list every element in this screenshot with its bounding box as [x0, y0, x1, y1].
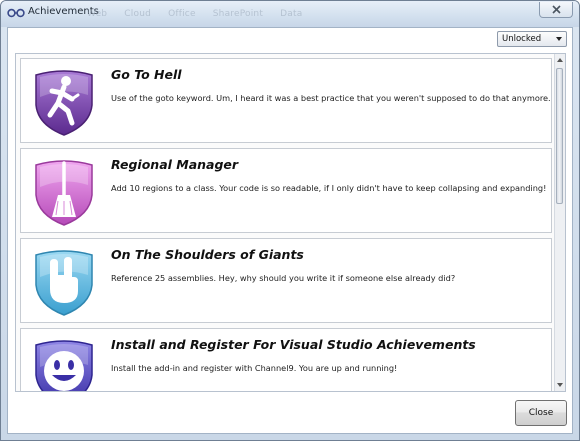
- scroll-up-button[interactable]: [556, 56, 564, 64]
- background-tabs: Web Cloud Office SharePoint Data: [87, 9, 316, 19]
- close-icon: [551, 5, 561, 14]
- achievement-description: Use of the goto keyword. Um, I heard it …: [111, 93, 551, 103]
- app-icon: [7, 8, 25, 18]
- achievement-item[interactable]: Regional Manager Add 10 regions to a cla…: [20, 148, 552, 233]
- background-tab: Web: [87, 9, 108, 19]
- achievement-title: Install and Register For Visual Studio A…: [111, 337, 476, 352]
- scroll-down-button[interactable]: [556, 381, 564, 389]
- background-tab: Office: [168, 9, 196, 19]
- achievement-title: On The Shoulders of Giants: [111, 247, 304, 262]
- achievement-item[interactable]: Install and Register For Visual Studio A…: [20, 328, 552, 391]
- rock-hand-icon: [35, 250, 93, 316]
- achievement-list[interactable]: Go To Hell Use of the goto keyword. Um, …: [15, 53, 566, 392]
- background-tab: Cloud: [124, 9, 152, 19]
- achievement-item[interactable]: Go To Hell Use of the goto keyword. Um, …: [20, 58, 552, 143]
- close-button[interactable]: Close: [515, 400, 567, 426]
- window-close-button[interactable]: [539, 2, 573, 18]
- background-tab: SharePoint: [212, 9, 264, 19]
- dialog-content: Unlocked Go To Hell Use of the goto keyw…: [7, 27, 573, 434]
- running-figure-icon: [35, 70, 93, 136]
- scroll-thumb[interactable]: [556, 68, 563, 204]
- title-bar[interactable]: Achievements Web Cloud Office SharePoint…: [1, 1, 579, 27]
- achievement-description: Reference 25 assemblies. Hey, why should…: [111, 273, 456, 283]
- filter-selected-value: Unlocked: [502, 34, 542, 44]
- arrow-up-icon: [557, 58, 563, 62]
- achievement-description: Add 10 regions to a class. Your code is …: [111, 183, 547, 193]
- smiley-face-icon: [35, 340, 93, 391]
- achievement-filter-dropdown[interactable]: Unlocked: [497, 31, 567, 47]
- achievements-window: Achievements Web Cloud Office SharePoint…: [0, 0, 580, 441]
- achievement-description: Install the add-in and register with Cha…: [111, 363, 398, 373]
- achievement-title: Go To Hell: [111, 67, 182, 82]
- background-tab: Data: [280, 9, 303, 19]
- broom-icon: [35, 160, 93, 226]
- chevron-down-icon: [556, 37, 562, 41]
- achievement-item[interactable]: On The Shoulders of Giants Reference 25 …: [20, 238, 552, 323]
- arrow-down-icon: [557, 383, 563, 387]
- vertical-scrollbar[interactable]: [554, 54, 565, 391]
- achievement-title: Regional Manager: [111, 157, 239, 172]
